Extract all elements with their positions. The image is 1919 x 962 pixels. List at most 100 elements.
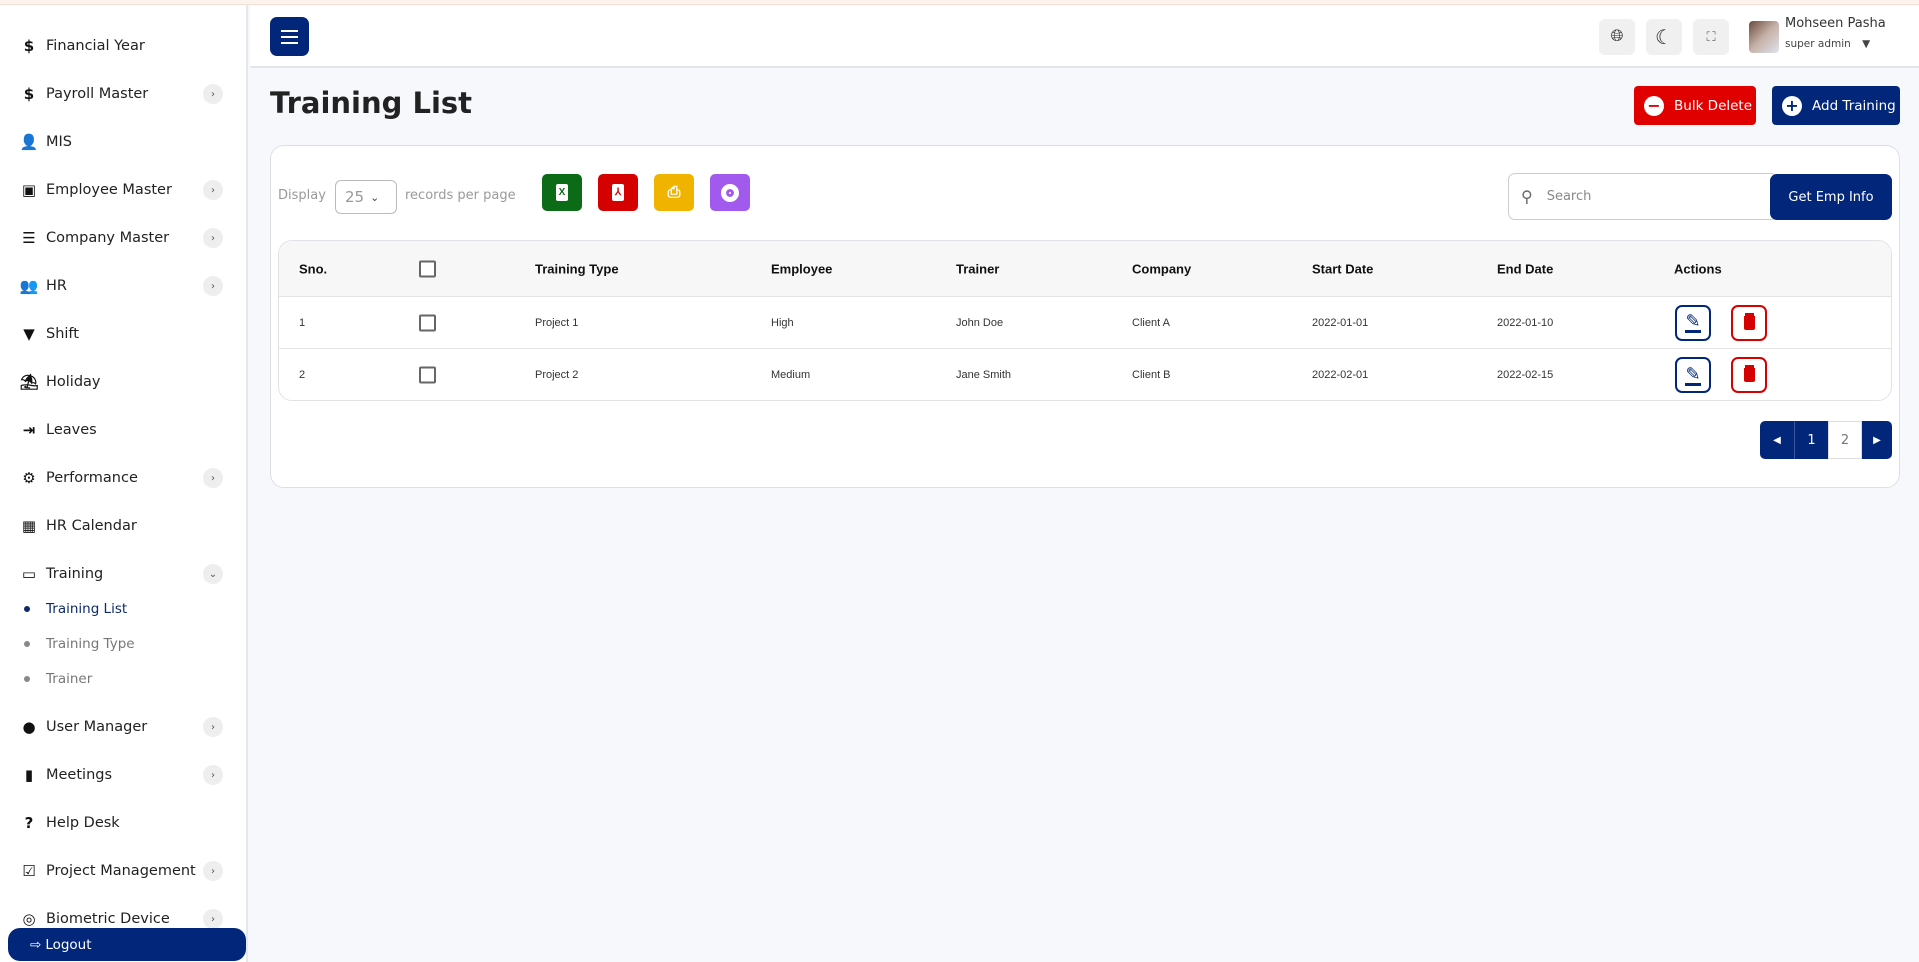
trash-icon bbox=[1743, 368, 1755, 382]
sidebar-item-financial-year[interactable]: $ Financial Year bbox=[0, 26, 246, 66]
sidebar-subitem-training-list[interactable]: Training List bbox=[0, 594, 246, 624]
sidebar-item-employee-master[interactable]: ▣ Employee Master › bbox=[0, 170, 246, 210]
column-header: Training Type bbox=[535, 261, 619, 276]
file-excel-icon: X bbox=[555, 184, 569, 201]
chevron-down-icon[interactable]: ⌄ bbox=[203, 564, 223, 584]
cell-trainer: Jane Smith bbox=[956, 369, 1012, 381]
sidebar-item-mis[interactable]: 👤 MIS bbox=[0, 122, 246, 162]
sidebar-subitem-training-type[interactable]: Training Type bbox=[0, 629, 246, 659]
sidebar-item-project-management[interactable]: ☑ Project Management › bbox=[0, 851, 246, 891]
column-header: Company bbox=[1132, 261, 1192, 276]
moon-icon: ☾ bbox=[1655, 26, 1673, 49]
export-excel-button[interactable]: X bbox=[542, 174, 582, 211]
sidebar-item-performance[interactable]: ⚙ Performance › bbox=[0, 458, 246, 498]
pagination-next[interactable]: ▶ bbox=[1862, 421, 1892, 459]
cell-end-date: 2022-02-15 bbox=[1497, 369, 1554, 381]
sidebar-item-training[interactable]: ▭ Training ⌄ bbox=[0, 554, 246, 594]
sidebar-item-holiday[interactable]: ⛱ Holiday bbox=[0, 362, 246, 402]
export-pdf-button[interactable]: ⅄ bbox=[598, 174, 638, 211]
plus-circle-icon: + bbox=[1782, 95, 1802, 116]
cell-end-date: 2022-01-10 bbox=[1497, 316, 1554, 329]
bulk-delete-button[interactable]: − Bulk Delete bbox=[1634, 86, 1756, 125]
trash-icon bbox=[1743, 315, 1755, 330]
pen-icon: ✎ bbox=[1685, 311, 1701, 333]
row-checkbox[interactable] bbox=[419, 366, 436, 384]
dollar-icon: $ bbox=[23, 37, 35, 55]
delete-button[interactable] bbox=[1731, 304, 1767, 341]
cell-sno: 2 bbox=[299, 369, 306, 381]
chevron-right-icon[interactable]: › bbox=[203, 765, 223, 785]
fullscreen-button[interactable]: ⛶ bbox=[1693, 19, 1729, 55]
sidebar-item-company-master[interactable]: ☰ Company Master › bbox=[0, 218, 246, 258]
select-all-checkbox[interactable] bbox=[419, 260, 436, 277]
training-table: Sno. Training Type Employee Trainer Company S… bbox=[278, 240, 1892, 401]
chevron-right-icon[interactable]: › bbox=[203, 909, 223, 929]
sidebar-item-user-manager[interactable]: ● User Manager › bbox=[0, 707, 246, 747]
chevron-right-icon[interactable]: › bbox=[203, 180, 223, 200]
delete-button[interactable] bbox=[1731, 357, 1767, 393]
users-icon: 👥 bbox=[19, 277, 39, 295]
user-menu[interactable]: super admin ▼ bbox=[1785, 38, 1870, 50]
bullet-icon bbox=[24, 606, 30, 612]
search-input[interactable] bbox=[1546, 189, 1747, 204]
pagination-page-1[interactable]: 1 bbox=[1794, 421, 1828, 459]
sidebar-item-leaves[interactable]: ⇥ Leaves bbox=[0, 410, 246, 450]
file-pdf-icon: ⅄ bbox=[611, 184, 625, 201]
sidebar-item-meetings[interactable]: ▮ Meetings › bbox=[0, 755, 246, 795]
add-training-button[interactable]: + Add Training bbox=[1772, 86, 1900, 125]
sidebar: $ Financial Year $ Payroll Master › 👤 MIS ▣ Empl… bbox=[0, 5, 248, 962]
logout-button[interactable]: ⇨ Logout bbox=[8, 928, 246, 961]
sidebar-item-help-desk[interactable]: ? Help Desk bbox=[0, 803, 246, 843]
print-icon: ⎙ bbox=[667, 183, 681, 201]
display-label: Display bbox=[278, 188, 326, 203]
sidebar-item-hr[interactable]: 👥 HR › bbox=[0, 266, 246, 306]
user-name: Mohseen Pasha bbox=[1785, 16, 1886, 31]
column-visibility-button[interactable] bbox=[710, 174, 750, 211]
sidebar-subitem-trainer[interactable]: Trainer bbox=[0, 664, 246, 694]
gears-icon: ⚙ bbox=[22, 469, 36, 487]
server-icon: ☰ bbox=[22, 229, 36, 247]
chevron-right-icon[interactable]: › bbox=[203, 84, 223, 104]
pagination-page-2[interactable]: 2 bbox=[1828, 421, 1862, 459]
print-button[interactable]: ⎙ bbox=[654, 174, 694, 211]
chevron-right-icon[interactable]: › bbox=[203, 228, 223, 248]
chevron-right-icon[interactable]: › bbox=[203, 276, 223, 296]
chevron-right-icon[interactable]: › bbox=[203, 861, 223, 881]
bullet-icon bbox=[24, 641, 30, 647]
search-icon: ⚲ bbox=[1521, 188, 1533, 206]
get-emp-info-button[interactable]: Get Emp Info bbox=[1770, 174, 1892, 220]
chevron-right-icon[interactable]: › bbox=[203, 468, 223, 488]
door-icon: ▮ bbox=[24, 766, 34, 784]
fingerprint-icon: ◎ bbox=[22, 910, 36, 928]
user-gear-icon: 👤 bbox=[19, 133, 39, 151]
question-circle-icon: ? bbox=[24, 814, 34, 832]
column-header: Start Date bbox=[1312, 261, 1374, 276]
records-per-page-label: records per page bbox=[405, 188, 516, 203]
eye-icon bbox=[721, 183, 739, 202]
cell-company: Client B bbox=[1132, 369, 1171, 381]
dollar-icon: $ bbox=[23, 85, 35, 103]
per-page-select[interactable]: 25 ⌄ bbox=[335, 180, 397, 214]
cell-trainer: John Doe bbox=[956, 316, 1004, 329]
top-accent-line bbox=[0, 0, 1919, 5]
cell-employee: High bbox=[771, 316, 794, 329]
row-checkbox[interactable] bbox=[419, 314, 436, 331]
bullet-icon bbox=[24, 676, 30, 682]
sidebar-item-shift[interactable]: ▼ Shift bbox=[0, 314, 246, 354]
sidebar-item-payroll-master[interactable]: $ Payroll Master › bbox=[0, 74, 246, 114]
minus-circle-icon: − bbox=[1644, 95, 1664, 116]
edit-button[interactable]: ✎ bbox=[1675, 304, 1711, 341]
dark-mode-button[interactable]: ☾ bbox=[1646, 19, 1682, 55]
sidebar-item-hr-calendar[interactable]: ▦ HR Calendar bbox=[0, 506, 246, 546]
umbrella-beach-icon: ⛱ bbox=[19, 373, 39, 391]
id-badge-icon: ▣ bbox=[21, 181, 37, 199]
column-header: Trainer bbox=[956, 261, 1000, 276]
pagination-prev[interactable]: ◀ bbox=[1760, 421, 1794, 459]
edit-button[interactable]: ✎ bbox=[1675, 357, 1711, 393]
avatar[interactable] bbox=[1749, 21, 1779, 53]
menu-toggle-button[interactable] bbox=[270, 17, 309, 56]
cell-start-date: 2022-02-01 bbox=[1312, 369, 1369, 381]
language-button[interactable]: 🌐︎ bbox=[1599, 19, 1635, 55]
sign-out-icon: ⇥ bbox=[22, 421, 36, 439]
chevron-right-icon[interactable]: › bbox=[203, 717, 223, 737]
